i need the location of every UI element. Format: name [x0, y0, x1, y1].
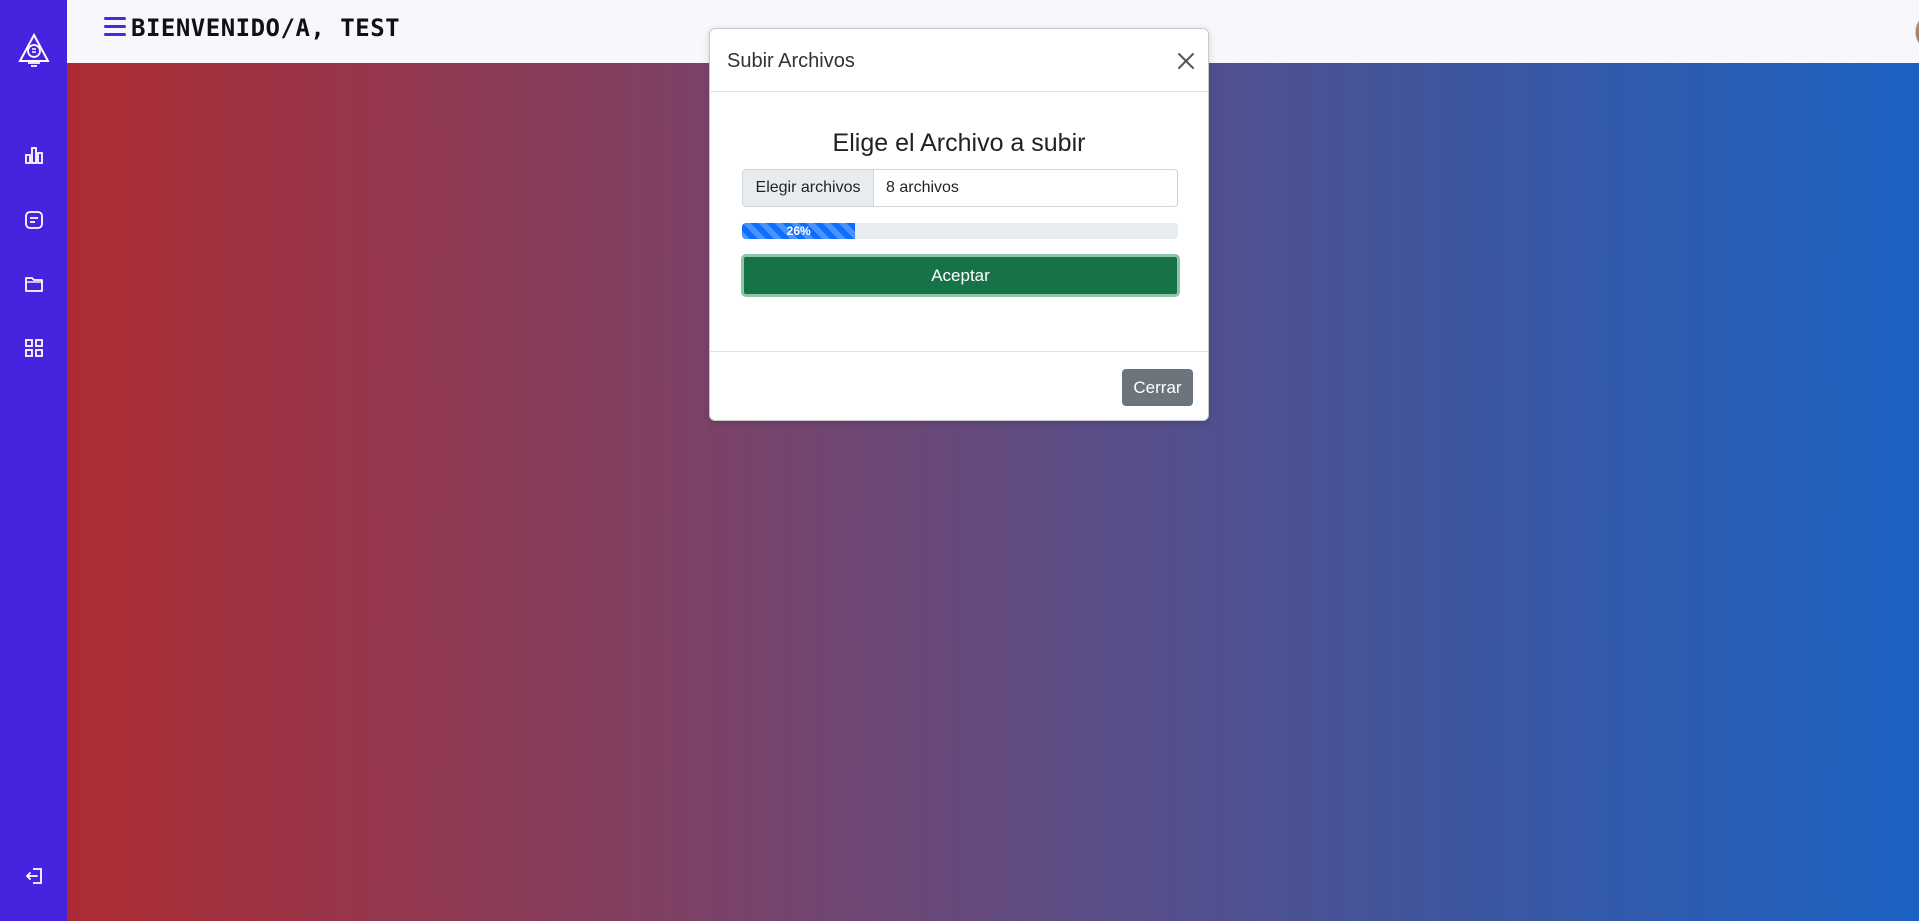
hamburger-menu-icon[interactable] — [104, 17, 128, 39]
close-icon[interactable] — [1175, 50, 1197, 72]
note-icon[interactable] — [16, 202, 52, 238]
welcome-title: Bienvenido/a, Test — [131, 14, 401, 42]
close-button[interactable]: Cerrar — [1122, 369, 1193, 406]
progress-label: 26% — [786, 224, 811, 238]
logo-icon[interactable] — [14, 30, 54, 70]
modal-header: Subir Archivos — [710, 29, 1208, 92]
accept-button[interactable]: Aceptar — [741, 254, 1180, 297]
modal-heading: Elige el Archivo a subir — [832, 129, 1086, 157]
sidebar — [0, 0, 67, 921]
upload-progress-bar: 26% — [742, 223, 1178, 239]
progress-fill: 26% — [742, 223, 856, 239]
upload-files-modal: Subir Archivos Elige el Archivo a subir … — [709, 28, 1209, 421]
file-selection-text: 8 archivos — [886, 179, 959, 196]
chart-bar-icon[interactable] — [16, 137, 52, 173]
file-input[interactable]: Elegir archivos 8 archivos — [742, 169, 1178, 207]
choose-files-button[interactable]: Elegir archivos — [743, 170, 874, 206]
folder-icon[interactable] — [16, 266, 52, 302]
modal-title: Subir Archivos — [727, 50, 855, 72]
logout-icon[interactable] — [16, 858, 52, 894]
modal-footer: Cerrar — [710, 351, 1208, 422]
user-avatar[interactable] — [1915, 12, 1919, 52]
grid-icon[interactable] — [16, 330, 52, 366]
